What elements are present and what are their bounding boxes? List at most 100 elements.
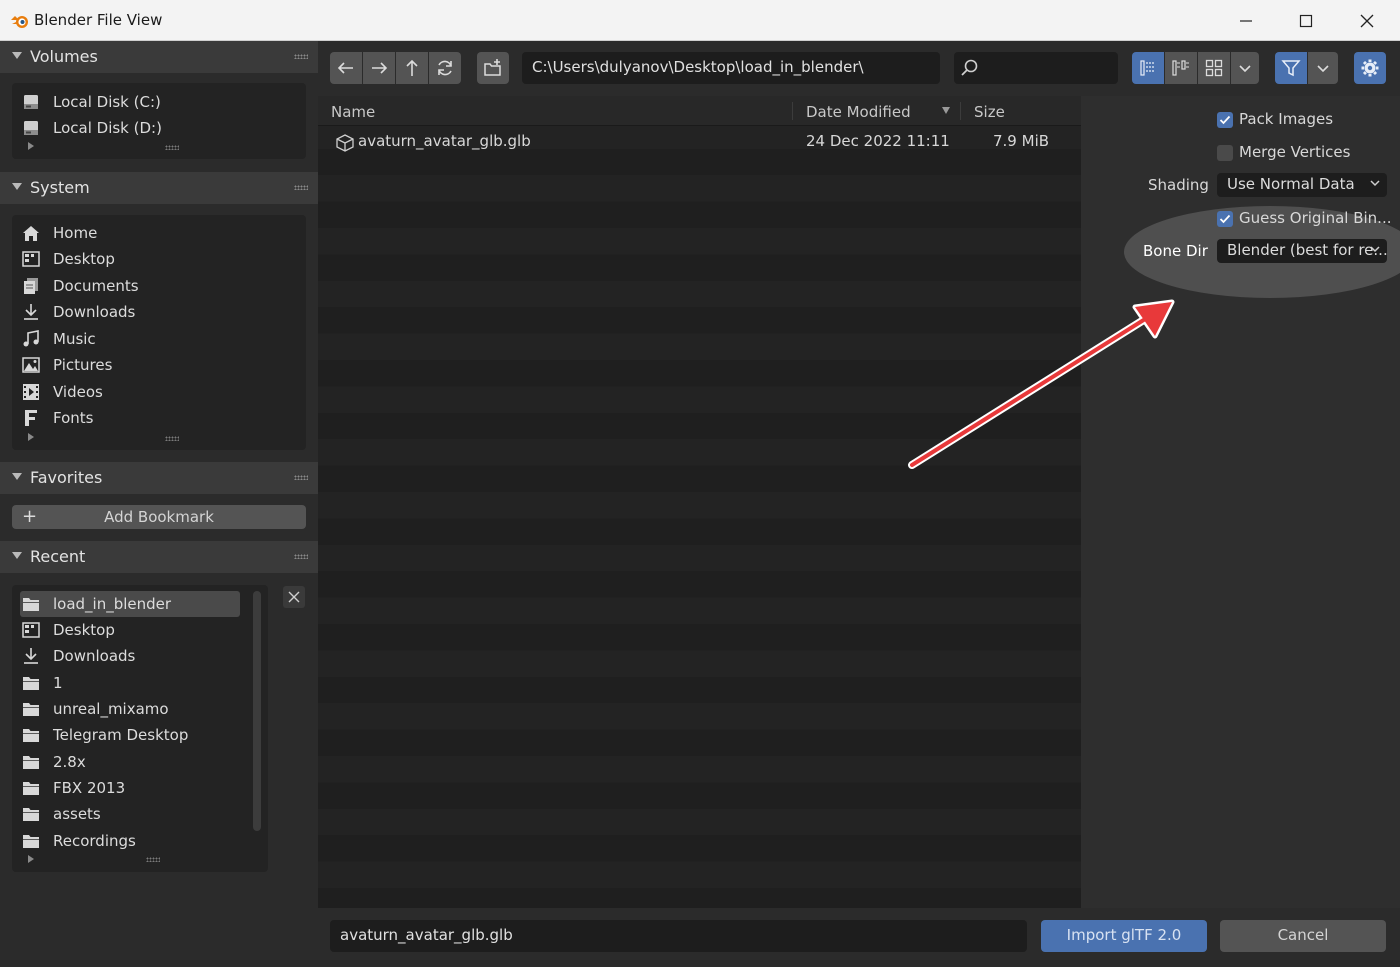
list-view-icon [1140, 60, 1155, 76]
resize-grip-icon[interactable] [146, 857, 160, 862]
bone-dir-value: Blender (best for re... [1227, 241, 1387, 259]
recent-item-1[interactable]: 1 [20, 670, 240, 696]
sidebar-item-fonts[interactable]: Fonts [20, 405, 240, 431]
folder-icon [23, 782, 39, 795]
guess-original-bind-checkbox[interactable] [1217, 211, 1233, 227]
sidebar-item-label: Local Disk (D:) [53, 119, 162, 137]
music-icon [23, 330, 39, 347]
recent-item-recordings[interactable]: Recordings [20, 828, 240, 854]
settings-toggle-button[interactable] [1354, 52, 1386, 84]
recent-item-2-8x[interactable]: 2.8x [20, 749, 240, 775]
folder-icon [23, 756, 39, 769]
folder-icon [23, 677, 39, 690]
expand-triangle-icon[interactable] [28, 855, 34, 863]
recent-item-desktop[interactable]: Desktop [20, 617, 240, 643]
column-separator[interactable] [960, 102, 961, 120]
filter-search-input[interactable] [954, 52, 1118, 84]
file-date: 24 Dec 2022 11:11 [806, 132, 950, 150]
column-date-header[interactable]: Date Modified [806, 103, 911, 121]
volumes-panel-header[interactable]: Volumes [0, 41, 318, 73]
column-separator[interactable] [792, 102, 793, 120]
short-list-view-icon [1172, 60, 1189, 76]
expand-triangle-icon[interactable] [28, 142, 34, 150]
folder-icon [23, 703, 39, 716]
merge-vertices-checkbox[interactable] [1217, 145, 1233, 161]
expand-triangle-icon[interactable] [28, 433, 34, 441]
recent-item-downloads[interactable]: Downloads [20, 643, 240, 669]
drag-grip-icon[interactable] [294, 185, 308, 190]
sidebar-item-home[interactable]: Home [20, 220, 240, 246]
parent-directory-button[interactable] [396, 52, 428, 84]
favorites-panel-header[interactable]: Favorites [0, 462, 318, 494]
recent-item-unreal-mixamo[interactable]: unreal_mixamo [20, 696, 240, 722]
horizontal-list-view-button[interactable] [1165, 52, 1197, 84]
documents-icon [24, 278, 38, 294]
recent-item-fbx-2013[interactable]: FBX 2013 [20, 775, 240, 801]
file-row[interactable]: avaturn_avatar_glb.glb 24 Dec 2022 11:11… [318, 129, 1081, 155]
view-options-dropdown[interactable] [1231, 52, 1259, 84]
drag-grip-icon[interactable] [294, 554, 308, 559]
sidebar-item-music[interactable]: Music [20, 326, 240, 352]
sidebar-item-local-disk-d[interactable]: Local Disk (D:) [20, 115, 240, 141]
sidebar-item-documents[interactable]: Documents [20, 273, 240, 299]
sidebar-item-videos[interactable]: Videos [20, 379, 240, 405]
file-size: 7.9 MiB [993, 132, 1050, 150]
sidebar-item-downloads[interactable]: Downloads [20, 299, 240, 325]
refresh-button[interactable] [429, 52, 461, 84]
drag-grip-icon[interactable] [294, 54, 308, 59]
sidebar-item-label: Pictures [53, 356, 113, 374]
folder-icon [23, 808, 39, 821]
sort-descending-icon [942, 107, 950, 114]
sidebar-item-pictures[interactable]: Pictures [20, 352, 240, 378]
new-folder-button[interactable] [477, 52, 509, 84]
sidebar-item-desktop[interactable]: Desktop [20, 246, 240, 272]
recent-item-label: assets [53, 805, 101, 823]
desktop-icon [22, 251, 40, 267]
resize-grip-icon[interactable] [165, 145, 179, 150]
recent-item-assets[interactable]: assets [20, 801, 240, 827]
vertical-list-view-button[interactable] [1132, 52, 1164, 84]
window-title: Blender File View [34, 11, 163, 29]
arrow-left-icon [337, 62, 353, 74]
maximize-button[interactable] [1276, 0, 1336, 41]
pack-images-checkbox[interactable] [1217, 112, 1233, 128]
recent-panel-header[interactable]: Recent [0, 541, 318, 573]
resize-grip-icon[interactable] [165, 436, 179, 441]
filename-input[interactable]: avaturn_avatar_glb.glb [330, 920, 1027, 952]
forward-button[interactable] [363, 52, 395, 84]
fonts-icon [25, 410, 37, 426]
close-button[interactable] [1337, 0, 1397, 41]
folder-icon [23, 598, 39, 611]
column-name-header[interactable]: Name [331, 103, 375, 121]
close-icon [1360, 14, 1374, 27]
recent-item-label: FBX 2013 [53, 779, 126, 797]
minimize-button[interactable] [1216, 0, 1276, 41]
checkmark-icon [1219, 115, 1231, 125]
column-size-header[interactable]: Size [974, 103, 1005, 121]
bone-dir-dropdown[interactable]: Blender (best for re... [1217, 239, 1387, 263]
merge-vertices-label: Merge Vertices [1239, 143, 1351, 161]
recent-item-telegram-desktop[interactable]: Telegram Desktop [20, 722, 240, 748]
recent-item-label: load_in_blender [53, 595, 172, 613]
blender-logo-icon [11, 16, 28, 28]
disk-icon [24, 121, 38, 135]
system-panel-header[interactable]: System [0, 172, 318, 204]
clear-recent-button[interactable] [283, 586, 305, 608]
sidebar-item-local-disk-c[interactable]: Local Disk (C:) [20, 89, 240, 115]
add-bookmark-button[interactable]: + Add Bookmark [12, 505, 306, 529]
drag-grip-icon[interactable] [294, 475, 308, 480]
new-folder-icon [484, 59, 501, 76]
cancel-button[interactable]: Cancel [1220, 920, 1386, 952]
back-button[interactable] [330, 52, 362, 84]
recent-item-label: Recordings [53, 832, 136, 850]
recent-item-load-in-blender[interactable]: load_in_blender [20, 591, 240, 617]
thumbnail-view-button[interactable] [1198, 52, 1230, 84]
sidebar-item-label: Home [53, 224, 98, 242]
shading-dropdown[interactable]: Use Normal Data [1217, 173, 1387, 197]
filter-toggle-button[interactable] [1275, 52, 1307, 84]
import-gltf-button[interactable]: Import glTF 2.0 [1041, 920, 1207, 952]
arrow-up-icon [406, 59, 418, 76]
directory-path-input[interactable]: C:\Users\dulyanov\Desktop\load_in_blende… [522, 52, 940, 84]
filter-options-dropdown[interactable] [1308, 52, 1338, 84]
recent-scrollbar[interactable] [253, 591, 261, 831]
